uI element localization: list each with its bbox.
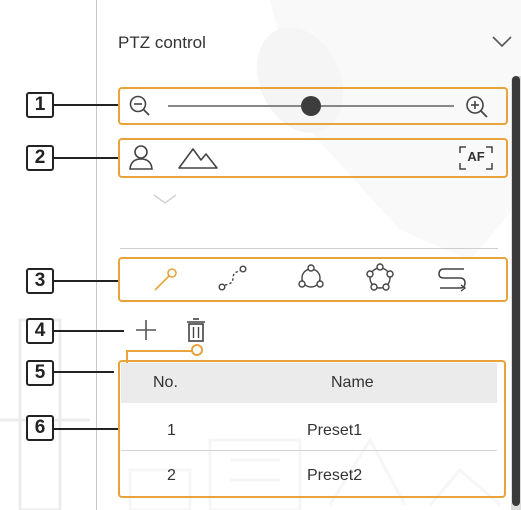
callout-label: 6 — [26, 415, 54, 441]
preset-name: Preset2 — [307, 467, 363, 484]
callout-leader — [54, 330, 124, 332]
preset-icon[interactable] — [152, 265, 180, 293]
table-row[interactable]: 2 Preset2 — [121, 454, 497, 498]
zoom-out-icon[interactable] — [128, 94, 152, 118]
scrollbar[interactable] — [511, 76, 521, 510]
callout-leader — [126, 350, 196, 352]
callout-leader — [54, 104, 118, 106]
column-header-name: Name — [331, 374, 374, 391]
plus-icon[interactable] — [134, 318, 158, 342]
preset-table-header: No. Name — [121, 363, 497, 403]
swing-icon[interactable] — [218, 264, 248, 292]
chevron-down-icon[interactable] — [492, 36, 512, 48]
callout-dot-icon — [191, 344, 203, 356]
trash-icon[interactable] — [185, 317, 207, 343]
autofocus-icon[interactable]: AF — [458, 145, 494, 171]
callout-leader — [54, 371, 114, 373]
table-row[interactable]: 1 Preset1 — [121, 409, 497, 453]
autofocus-label: AF — [467, 149, 485, 164]
zoom-slider-thumb[interactable] — [301, 96, 321, 116]
callout-leader — [54, 157, 118, 159]
chevron-down-icon[interactable] — [153, 194, 177, 206]
callout-leader — [54, 280, 118, 282]
mountain-icon[interactable] — [177, 146, 219, 170]
group-icon[interactable] — [296, 263, 326, 293]
callout-label: 2 — [26, 145, 54, 171]
callout-label: 5 — [26, 360, 54, 386]
zoom-in-icon[interactable] — [464, 94, 490, 120]
row-divider — [121, 450, 497, 451]
preset-number: 2 — [167, 467, 176, 484]
preset-name: Preset1 — [307, 422, 363, 439]
callout-label: 4 — [26, 318, 54, 344]
callout-label: 3 — [26, 268, 54, 294]
scrollbar-thumb[interactable] — [512, 76, 520, 506]
column-header-no: No. — [153, 374, 178, 391]
person-icon[interactable] — [128, 143, 154, 171]
callout-leader — [54, 428, 118, 430]
panel-title: PTZ control — [118, 33, 206, 52]
section-divider — [120, 248, 498, 249]
tour-icon[interactable] — [364, 262, 396, 294]
zoom-slider[interactable] — [168, 96, 454, 116]
callout-label: 1 — [26, 92, 54, 118]
trace-icon[interactable] — [436, 265, 468, 293]
preset-number: 1 — [167, 422, 176, 439]
